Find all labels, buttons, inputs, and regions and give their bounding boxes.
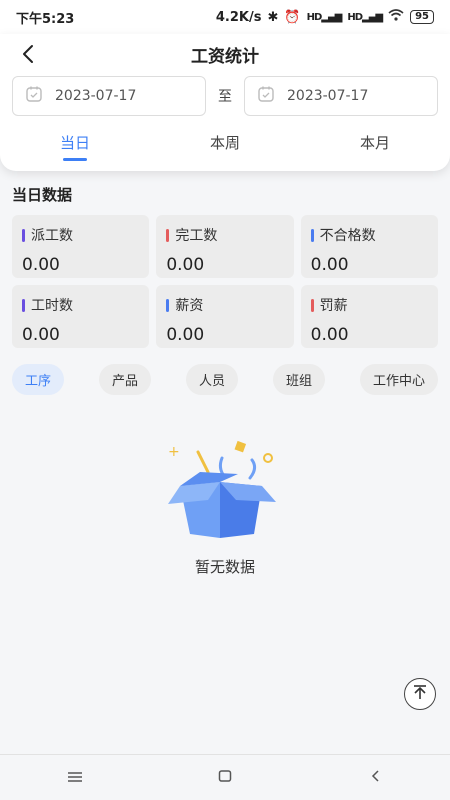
stat-label-row: 完工数 xyxy=(166,225,283,245)
stat-value: 0.00 xyxy=(310,325,349,345)
stat-card-penalty: 罚薪 0.00 xyxy=(300,285,438,348)
stat-label-row: 罚薪 xyxy=(310,295,428,315)
start-date-field[interactable]: 2023-07-17 xyxy=(12,76,206,116)
stat-value: 0.00 xyxy=(22,255,60,275)
battery-icon: 95 xyxy=(410,10,434,24)
home-square-icon xyxy=(218,768,232,787)
signal-icon: HD▂▄▆ xyxy=(306,11,343,23)
back-to-top-button[interactable] xyxy=(404,678,436,710)
stat-color-bar xyxy=(22,228,25,242)
stat-label-row: 薪资 xyxy=(166,295,283,315)
stat-label: 不合格数 xyxy=(319,228,376,244)
signal-label-2: HD xyxy=(347,11,363,23)
stat-color-bar xyxy=(310,228,314,242)
stat-color-bar xyxy=(310,298,314,312)
network-speed: 4.2K/s xyxy=(215,9,262,25)
stat-card-work-hours: 工时数 0.00 xyxy=(12,285,150,348)
filter-chip-process[interactable]: 工序 xyxy=(12,364,65,395)
stat-label: 完工数 xyxy=(175,228,218,244)
stat-label: 派工数 xyxy=(31,228,73,244)
period-tabs: 当日 本周 本月 xyxy=(0,124,450,163)
stat-label: 工时数 xyxy=(31,298,73,314)
stat-value: 0.00 xyxy=(310,255,349,275)
section-title: 当日数据 xyxy=(12,186,73,204)
status-bar: 下午5:23 4.2K/s ✱ ⏰ HD▂▄▆ HD▂▄▆ 95 xyxy=(0,0,450,34)
page-title: 工资统计 xyxy=(191,46,259,67)
end-date-field[interactable]: 2023-07-17 xyxy=(244,76,438,116)
stat-label-row: 不合格数 xyxy=(310,225,428,245)
stat-color-bar xyxy=(22,298,25,312)
arrow-left-icon[interactable] xyxy=(14,40,42,68)
empty-state-text: 暂无数据 xyxy=(194,558,255,576)
stat-value: 0.00 xyxy=(166,325,205,345)
stat-color-bar xyxy=(166,298,170,312)
date-range: 2023-07-17 至 2023-07-17 xyxy=(0,76,450,116)
stat-card-defective: 不合格数 0.00 xyxy=(300,215,438,278)
empty-box-icon: + xyxy=(160,440,290,542)
menu-nav-button[interactable] xyxy=(55,763,95,793)
chevron-left-icon xyxy=(370,768,380,787)
stat-label-row: 派工数 xyxy=(22,225,139,245)
stats-grid: 派工数 0.00 完工数 0.00 不合格数 0.00 工时数 0.00 薪资 … xyxy=(0,215,450,348)
tab-this-month[interactable]: 本月 xyxy=(300,124,450,163)
status-time: 下午5:23 xyxy=(16,11,75,27)
filter-chip-product[interactable]: 产品 xyxy=(98,364,151,395)
nav-bar: 工资统计 xyxy=(0,34,450,74)
tab-today[interactable]: 当日 xyxy=(0,124,150,163)
signal-label-1: HD xyxy=(306,11,323,23)
stat-label: 薪资 xyxy=(175,298,204,314)
signal-icon: HD▂▄▆ xyxy=(347,11,383,23)
stat-card-dispatched: 派工数 0.00 xyxy=(12,215,150,278)
stat-label: 罚薪 xyxy=(319,298,348,314)
filter-chip-personnel[interactable]: 人员 xyxy=(185,364,238,395)
stat-card-completed: 完工数 0.00 xyxy=(156,215,294,278)
system-navigation-bar xyxy=(0,754,450,800)
stat-color-bar xyxy=(166,228,170,242)
stat-value: 0.00 xyxy=(22,325,60,345)
empty-state: + 暂无数据 xyxy=(0,438,450,577)
wifi-icon xyxy=(388,9,404,25)
end-date-value: 2023-07-17 xyxy=(287,88,369,104)
calendar-icon xyxy=(25,85,43,107)
stat-label-row: 工时数 xyxy=(22,295,139,315)
start-date-value: 2023-07-17 xyxy=(55,88,137,104)
filter-chip-team[interactable]: 班组 xyxy=(272,364,325,395)
stat-card-salary: 薪资 0.00 xyxy=(156,285,294,348)
calendar-icon xyxy=(257,85,275,107)
stat-value: 0.00 xyxy=(166,255,205,275)
arrow-up-bar-icon xyxy=(412,684,428,704)
tab-this-week[interactable]: 本周 xyxy=(150,124,300,163)
filter-chip-work-center[interactable]: 工作中心 xyxy=(359,364,438,395)
home-nav-button[interactable] xyxy=(205,763,245,793)
menu-icon xyxy=(67,768,83,787)
back-nav-button[interactable] xyxy=(355,763,395,793)
filter-chips: 工序 产品 人员 班组 工作中心 xyxy=(0,364,450,395)
status-icons: 4.2K/s ✱ ⏰ HD▂▄▆ HD▂▄▆ 95 xyxy=(216,9,434,25)
svg-text:+: + xyxy=(168,444,180,460)
date-separator: 至 xyxy=(218,89,232,105)
bluetooth-icon: ✱ xyxy=(267,9,279,25)
alarm-icon: ⏰ xyxy=(284,9,301,25)
header-card: 工资统计 2023-07-17 至 2023-07-17 当日 本周 本月 xyxy=(0,34,450,171)
